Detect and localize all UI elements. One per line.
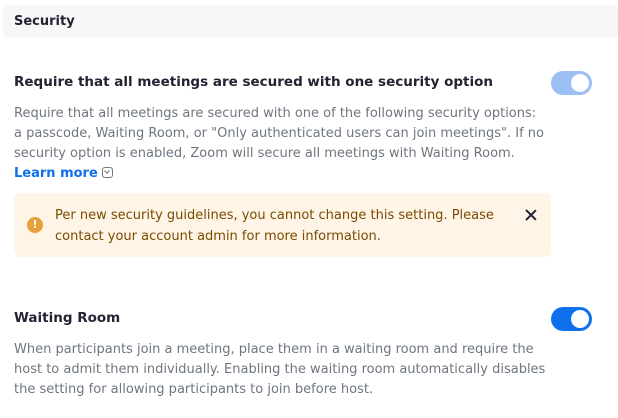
notice-text: Per new security guidelines, you cannot … (55, 208, 494, 244)
warning-icon: ! (27, 217, 43, 233)
toggle-knob (571, 74, 589, 92)
learn-more-link[interactable]: Learn more (14, 166, 98, 181)
description-text: Require that all meetings are secured wi… (14, 106, 545, 161)
security-notice-banner: ! Per new security guidelines, you canno… (14, 193, 551, 257)
section-header: Security (3, 5, 618, 38)
setting-description-secure-meetings: Require that all meetings are secured wi… (14, 104, 546, 184)
external-link-icon[interactable] (101, 167, 113, 178)
setting-description-waiting-room: When participants join a meeting, place … (14, 342, 546, 397)
toggle-knob (571, 310, 589, 328)
setting-title-secure-meetings: Require that all meetings are secured wi… (14, 74, 493, 90)
waiting-room-toggle[interactable] (551, 307, 592, 331)
setting-title-waiting-room: Waiting Room (14, 310, 121, 326)
section-title: Security (14, 14, 75, 29)
security-settings-page: Security Require that all meetings are s… (0, 0, 618, 418)
close-icon[interactable] (523, 207, 539, 223)
secure-meetings-toggle[interactable] (551, 71, 592, 95)
